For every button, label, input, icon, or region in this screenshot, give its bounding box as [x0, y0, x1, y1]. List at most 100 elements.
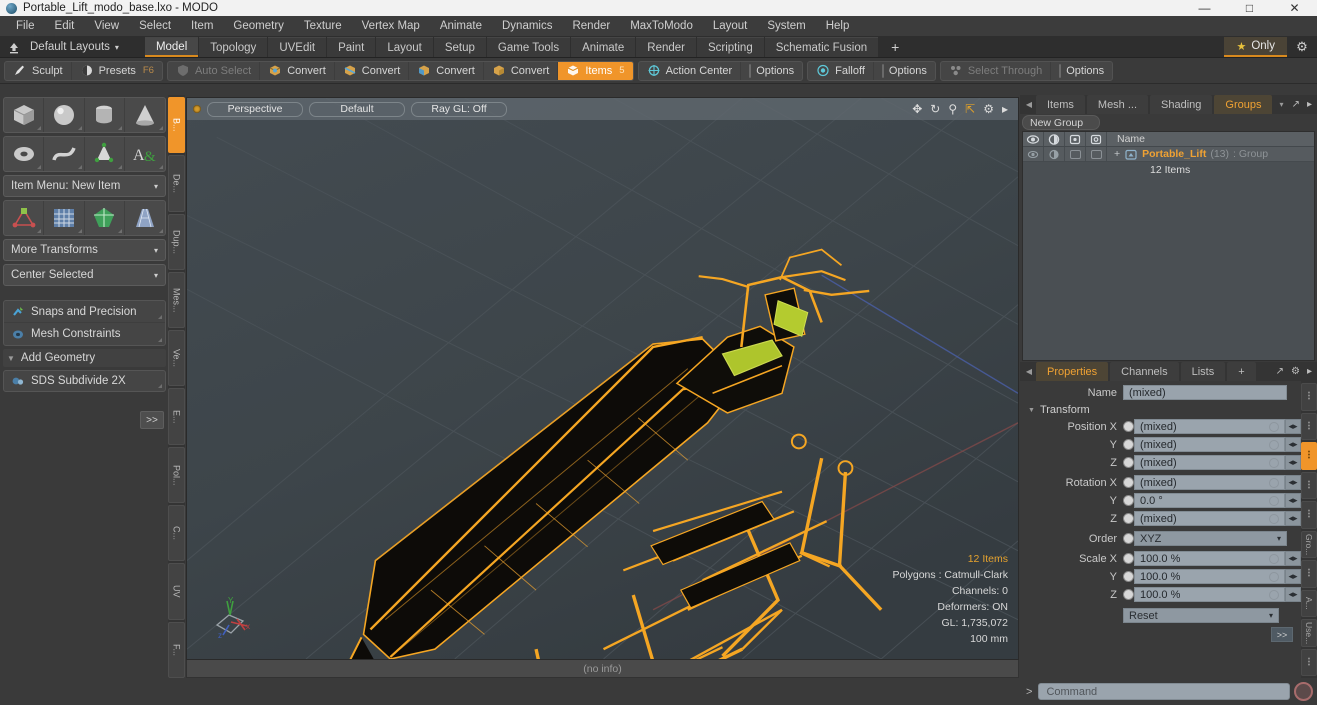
tab-channels[interactable]: Channels [1110, 362, 1179, 381]
properties-vtab-8[interactable]: Use... [1301, 619, 1317, 647]
row-shade-toggle[interactable] [1086, 147, 1107, 161]
table-row[interactable]: + Portable_Lift (13) : Group [1023, 147, 1314, 162]
menu-system[interactable]: System [757, 16, 815, 37]
property-circle-icon[interactable] [1269, 439, 1279, 450]
group-row-name[interactable]: + Portable_Lift (13) : Group [1107, 148, 1268, 161]
viewport-dot-icon[interactable] [193, 105, 201, 113]
layout-tab-model[interactable]: Model [144, 37, 199, 57]
property-spinner[interactable]: ◂▸ [1285, 455, 1301, 470]
raygl-dropdown[interactable]: Ray GL: Off [411, 101, 507, 117]
viewport-3d[interactable]: Perspective Default Ray GL: Off ✥ ↻ ⚲ ⇱ … [186, 97, 1019, 660]
arrow-icon[interactable]: ▸ [1307, 366, 1312, 377]
property-spinner[interactable]: ◂▸ [1285, 587, 1301, 602]
menu-vertex-map[interactable]: Vertex Map [352, 16, 430, 37]
tool-action-center-button[interactable]: Action Center [639, 61, 742, 80]
add-geometry-section[interactable]: ▼ Add Geometry [3, 349, 166, 367]
tab-properties[interactable]: Properties [1036, 362, 1109, 381]
tool-transform-icon[interactable] [4, 201, 45, 235]
property-spinner[interactable]: ◂▸ [1285, 419, 1301, 434]
name-field[interactable]: (mixed) [1123, 385, 1287, 400]
properties-vtab-7[interactable]: A... [1301, 589, 1317, 617]
left-vtab-3[interactable]: Mes... [168, 271, 185, 329]
new-group-button[interactable]: New Group [1022, 115, 1100, 130]
row-eye-toggle[interactable] [1023, 147, 1044, 161]
default-layouts-dropdown[interactable]: Default Layouts ▾ [28, 37, 129, 57]
tool-options-button[interactable]: Options [741, 62, 802, 80]
property-circle-icon[interactable] [1269, 589, 1279, 600]
more-transforms-dropdown[interactable]: More Transforms ▾ [3, 239, 166, 261]
property-spinner[interactable]: ◂▸ [1285, 493, 1301, 508]
layout-home-icon[interactable] [0, 37, 28, 57]
layout-tab-layout[interactable]: Layout [376, 37, 433, 57]
properties-vtab-0[interactable]: • • • [1301, 383, 1317, 411]
gear-icon[interactable]: ⚙ [983, 103, 994, 115]
layout-tab-render[interactable]: Render [636, 37, 696, 57]
left-vtab-6[interactable]: Pol... [168, 446, 185, 504]
property-circle-icon[interactable] [1269, 457, 1279, 468]
tool-taper-icon[interactable] [125, 201, 165, 235]
menu-edit[interactable]: Edit [45, 16, 85, 37]
properties-vtab-9[interactable]: • • • [1301, 648, 1317, 676]
layout-tab-setup[interactable]: Setup [433, 37, 486, 57]
property-field[interactable]: (mixed) [1134, 455, 1285, 470]
channel-radio-icon[interactable] [1123, 495, 1134, 506]
property-spinner[interactable]: ◂▸ [1285, 511, 1301, 526]
left-vtab-1[interactable]: De... [168, 155, 185, 212]
property-spinner[interactable]: ◂▸ [1285, 475, 1301, 490]
menu-layout[interactable]: Layout [703, 16, 758, 37]
properties-vtab-5[interactable]: Gro... [1301, 530, 1317, 558]
property-select[interactable]: XYZ ▾ [1134, 531, 1287, 546]
row-wire-toggle[interactable] [1065, 147, 1086, 161]
property-circle-icon[interactable] [1269, 571, 1279, 582]
left-vtab-5[interactable]: E... [168, 388, 185, 445]
channel-radio-icon[interactable] [1123, 553, 1134, 564]
property-field[interactable]: (mixed) [1134, 511, 1285, 526]
expand-toggle-icon[interactable]: + [1114, 148, 1120, 160]
left-vtab-2[interactable]: Dup... [168, 213, 185, 270]
layout-tab-scripting[interactable]: Scripting [696, 37, 764, 57]
property-field[interactable]: (mixed) [1134, 475, 1285, 490]
property-field[interactable]: 100.0 % [1134, 587, 1285, 602]
tool-gem-icon[interactable] [85, 201, 125, 235]
close-button[interactable]: ✕ [1272, 0, 1317, 16]
channel-radio-icon[interactable] [1123, 533, 1134, 544]
property-circle-icon[interactable] [1269, 421, 1279, 432]
tab-shading[interactable]: Shading [1150, 95, 1213, 114]
transform-section-header[interactable]: ▼ Transform [1020, 402, 1301, 418]
tool-convert-button[interactable]: Convert [484, 61, 559, 80]
tool-convert-button[interactable]: Convert [260, 61, 335, 80]
left-vtab-0[interactable]: B... [168, 97, 185, 154]
tool-options-button[interactable]: Options [1051, 62, 1112, 80]
group-list[interactable]: Name + Portable_Lift (13): Group 12 Ite… [1022, 131, 1315, 361]
tool-select-through-button[interactable]: Select Through [941, 61, 1052, 80]
expand-icon[interactable]: ↗ [1276, 366, 1284, 377]
layout-tab-schematic-fusion[interactable]: Schematic Fusion [764, 37, 879, 57]
left-vtab-9[interactable]: F... [168, 621, 185, 678]
tool-items-button[interactable]: Items 5 [558, 61, 633, 80]
channel-radio-icon[interactable] [1123, 571, 1134, 582]
tool-grid-icon[interactable] [44, 201, 85, 235]
layout-tab-uvedit[interactable]: UVEdit [268, 37, 327, 57]
channel-radio-icon[interactable] [1123, 589, 1134, 600]
property-circle-icon[interactable] [1269, 513, 1279, 524]
property-spinner[interactable]: ◂▸ [1285, 437, 1301, 452]
properties-vtab-3[interactable]: • • • [1301, 471, 1317, 499]
tab-mesh[interactable]: Mesh ... [1086, 95, 1149, 114]
tool-cube-icon[interactable] [4, 98, 45, 132]
tab-lists[interactable]: Lists [1180, 362, 1226, 381]
tool-convert-button[interactable]: Convert [335, 61, 410, 80]
property-field[interactable]: 0.0 ° [1134, 493, 1285, 508]
channel-radio-icon[interactable] [1123, 513, 1134, 524]
rotate-icon[interactable]: ↻ [930, 103, 940, 115]
menu-dynamics[interactable]: Dynamics [492, 16, 562, 37]
gear-icon[interactable]: ⚙ [1291, 366, 1300, 377]
properties-vtab-1[interactable]: • • • [1301, 412, 1317, 440]
properties-vtab-4[interactable]: • • • [1301, 501, 1317, 529]
only-toggle[interactable]: ★ Only [1224, 37, 1287, 57]
tool-auto-select-button[interactable]: Auto Select [168, 61, 261, 80]
shading-mode-dropdown[interactable]: Default [309, 101, 405, 117]
property-spinner[interactable]: ◂▸ [1285, 569, 1301, 584]
tab-overflow-caret[interactable]: ▾ [1274, 95, 1288, 114]
tool-cylinder-icon[interactable] [85, 98, 125, 132]
menu-texture[interactable]: Texture [294, 16, 352, 37]
